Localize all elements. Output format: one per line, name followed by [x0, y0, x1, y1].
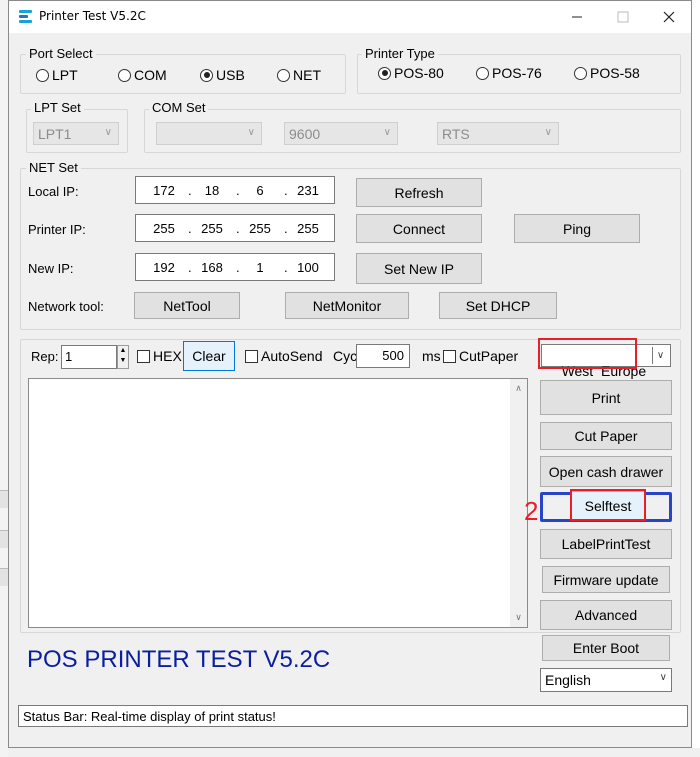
radio-dot-selected: [200, 68, 213, 82]
com-set-title: COM Set: [149, 100, 209, 115]
ms-label: ms: [422, 348, 441, 364]
lpt-port-select[interactable]: LPT1 ∨: [33, 122, 119, 145]
autosend-checkbox[interactable]: AutoSend: [245, 348, 323, 364]
radio-dot: [574, 66, 587, 80]
label-print-test-button[interactable]: LabelPrintTest: [540, 529, 672, 559]
background-strip: [0, 530, 8, 548]
highlight-codepage: [538, 338, 637, 369]
radio-lpt[interactable]: LPT: [36, 67, 78, 83]
chevron-down-icon: ∨: [247, 127, 255, 138]
checkbox-box: [245, 349, 258, 363]
ping-button[interactable]: Ping: [514, 214, 640, 243]
set-new-ip-button[interactable]: Set New IP: [356, 253, 482, 284]
radio-dot: [277, 68, 290, 82]
minimize-icon: [572, 16, 582, 18]
set-dhcp-button[interactable]: Set DHCP: [439, 292, 557, 319]
radio-com[interactable]: COM: [118, 67, 167, 83]
hex-checkbox[interactable]: HEX: [137, 348, 182, 364]
scroll-down-icon[interactable]: ∨: [510, 612, 527, 623]
background-window-bottom: [8, 748, 700, 757]
new-ip-field[interactable]: 192. 168. 1. 100: [135, 253, 335, 281]
cyc-input[interactable]: 500: [356, 344, 410, 368]
radio-net[interactable]: NET: [277, 67, 321, 83]
radio-usb[interactable]: USB: [200, 67, 245, 83]
firmware-update-button[interactable]: Firmware update: [542, 566, 670, 593]
rep-spinner[interactable]: ▲ ▼: [117, 345, 129, 369]
checkbox-box: [137, 349, 150, 363]
advanced-button[interactable]: Advanced: [540, 600, 672, 630]
maximize-button[interactable]: [600, 1, 646, 33]
app-title: POS PRINTER TEST V5.2C: [27, 646, 331, 673]
rep-label: Rep:: [31, 349, 59, 364]
radio-dot: [476, 66, 489, 80]
window-title: Printer Test V5.2C: [39, 9, 146, 23]
cutpaper-checkbox[interactable]: CutPaper: [443, 348, 518, 364]
close-icon: [663, 11, 675, 23]
new-ip-label: New IP:: [28, 261, 74, 276]
baud-rate-select[interactable]: 9600 ∨: [284, 122, 398, 145]
radio-pos-80[interactable]: POS-80: [378, 65, 444, 81]
port-select-title: Port Select: [26, 46, 96, 61]
chevron-down-icon: ∨: [104, 127, 112, 138]
flow-control-select[interactable]: RTS ∨: [437, 122, 559, 145]
refresh-button[interactable]: Refresh: [356, 178, 482, 207]
clear-button[interactable]: Clear: [183, 341, 235, 371]
app-icon: [19, 10, 32, 23]
radio-pos-58[interactable]: POS-58: [574, 65, 640, 81]
enter-boot-button[interactable]: Enter Boot: [542, 635, 670, 661]
print-content-textarea[interactable]: ∧ ∨: [28, 378, 528, 628]
lpt-set-title: LPT Set: [31, 100, 84, 115]
radio-pos-76[interactable]: POS-76: [476, 65, 542, 81]
background-strip: [0, 568, 8, 586]
background-strip: [0, 490, 8, 508]
com-port-select[interactable]: ∨: [156, 122, 262, 145]
printer-ip-label: Printer IP:: [28, 222, 86, 237]
checkbox-box: [443, 349, 456, 363]
chevron-down-icon: ∨: [652, 347, 668, 364]
netmonitor-button[interactable]: NetMonitor: [285, 292, 409, 319]
highlight-selftest-red: [570, 489, 646, 521]
printer-type-title: Printer Type: [362, 46, 438, 61]
net-set-title: NET Set: [26, 160, 81, 175]
local-ip-field[interactable]: 172. 18. 6. 231: [135, 176, 335, 204]
network-tool-label: Network tool:: [28, 299, 104, 314]
print-button[interactable]: Print: [540, 380, 672, 415]
radio-dot: [118, 68, 131, 82]
minimize-button[interactable]: [554, 1, 600, 33]
status-bar: Status Bar: Real-time display of print s…: [18, 705, 688, 727]
maximize-icon: [617, 11, 629, 23]
title-bar[interactable]: Printer Test V5.2C: [9, 1, 691, 33]
rep-input[interactable]: 1: [61, 345, 117, 369]
nettool-button[interactable]: NetTool: [134, 292, 240, 319]
radio-dot-selected: [378, 66, 391, 80]
cyc-label: Cyc: [333, 348, 358, 364]
close-button[interactable]: [646, 1, 692, 33]
local-ip-label: Local IP:: [28, 184, 79, 199]
connect-button[interactable]: Connect: [356, 214, 482, 243]
chevron-down-icon: ∨: [383, 127, 391, 138]
step-number-annotation: 2: [524, 496, 539, 526]
open-cash-drawer-button[interactable]: Open cash drawer: [540, 456, 672, 487]
radio-dot: [36, 68, 49, 82]
printer-test-window: Printer Test V5.2C Port Select LPT COM U…: [8, 0, 692, 748]
chevron-down-icon: ∨: [544, 127, 552, 138]
scroll-up-icon[interactable]: ∧: [510, 383, 527, 394]
language-select[interactable]: English ∨: [540, 668, 672, 692]
printer-ip-field[interactable]: 255. 255. 255. 255: [135, 214, 335, 242]
background-window: [0, 0, 8, 757]
chevron-down-icon: ∨: [659, 672, 667, 683]
cut-paper-button[interactable]: Cut Paper: [540, 422, 672, 450]
